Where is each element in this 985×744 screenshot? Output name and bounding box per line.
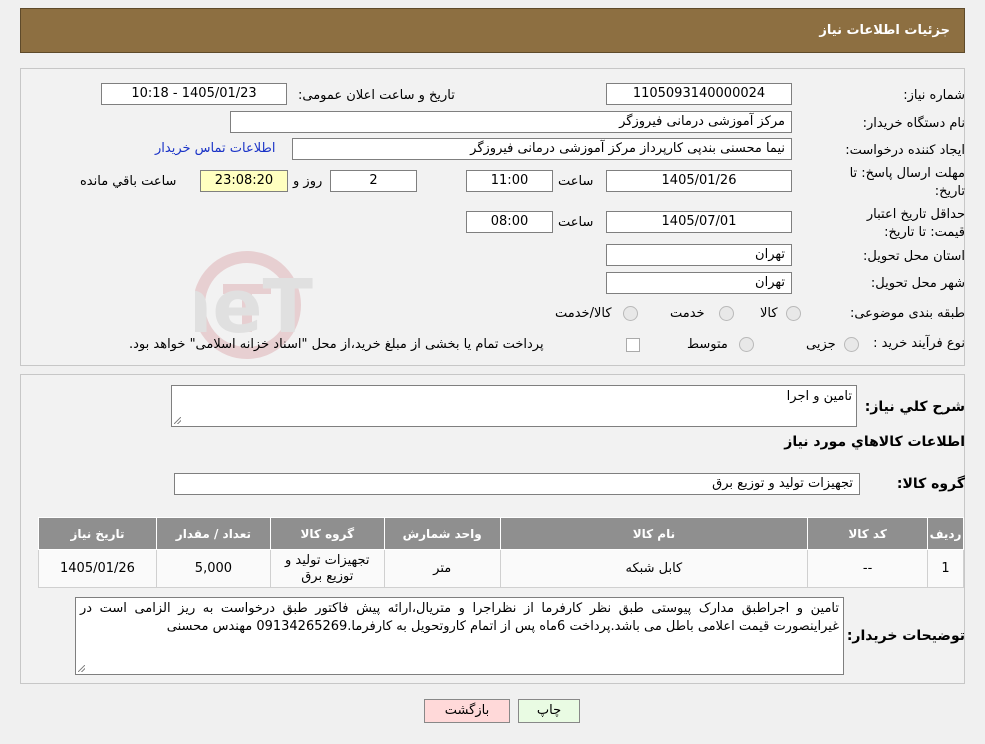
cell-qty: 5,000 [155, 549, 271, 588]
goods-group-field: تجهیزات تولید و توزیع برق [174, 473, 860, 495]
reply-days-field: 2 [330, 170, 417, 192]
price-validity-date: 1405/07/01 [606, 211, 792, 233]
buyer-org-field: مرکز آموزشی درمانی فیروزگر [230, 111, 792, 133]
cell-unit: متر [383, 549, 501, 588]
category-goods-service-radio[interactable] [623, 306, 638, 321]
goods-info-title: اطلاعات کالاهاي مورد نياز [784, 434, 965, 450]
cell-row: 1 [927, 549, 964, 588]
treasury-docs-note: پرداخت تمام یا بخشی از مبلغ خرید،از محل … [129, 337, 544, 352]
summary-label: شرح کلي نياز: [864, 399, 965, 415]
price-validity-time-label: ساعت [558, 215, 594, 230]
buyer-notes-label: توضیحات خریدار: [846, 628, 965, 644]
need-number-label: شماره نیاز: [903, 88, 965, 103]
page-header: جزئیات اطلاعات نیاز [20, 8, 965, 53]
requester-label: ایجاد کننده درخواست: [845, 143, 965, 158]
purchase-medium-label: متوسط [687, 337, 728, 352]
summary-text: تامین و اجرا [786, 389, 852, 404]
cell-code: -- [807, 549, 929, 588]
buyer-notes-text: تامین و اجراطبق مدارک پیوستی طبق نظر کار… [80, 601, 839, 634]
resize-grip-icon[interactable] [174, 417, 181, 424]
col-group: گروه کالا [269, 517, 385, 550]
reply-deadline-date: 1405/01/26 [606, 170, 792, 192]
purchase-minor-radio[interactable] [844, 337, 859, 352]
announce-datetime-label: تاریخ و ساعت اعلان عمومی: [298, 88, 455, 103]
col-name: نام کالا [499, 517, 809, 550]
category-goods-label: کالا [760, 306, 778, 321]
table-row: 1 -- کابل شبکه متر تجهیزات تولید و توزیع… [38, 549, 964, 588]
treasury-docs-checkbox[interactable] [626, 338, 640, 352]
delivery-province-field: تهران [606, 244, 792, 266]
reply-deadline-time-label: ساعت [558, 174, 594, 189]
col-row: رديف [927, 517, 964, 550]
summary-textarea[interactable]: تامین و اجرا [171, 385, 857, 427]
remaining-time-label: ساعت باقي مانده [80, 174, 177, 189]
col-date: تاریخ نیاز [38, 517, 157, 550]
category-label: طبقه بندی موضوعی: [849, 306, 965, 321]
purchase-type-label: نوع فرآیند خرید : [873, 336, 965, 351]
col-unit: واحد شمارش [383, 517, 501, 550]
goods-table: رديف کد کالا نام کالا واحد شمارش گروه کا… [38, 517, 964, 588]
goods-table-wrapper: رديف کد کالا نام کالا واحد شمارش گروه کا… [38, 517, 964, 588]
delivery-city-label: شهر محل تحویل: [870, 276, 965, 291]
print-button[interactable]: چاپ [518, 699, 580, 723]
back-button[interactable]: بازگشت [424, 699, 510, 723]
col-qty: تعداد / مقدار [155, 517, 271, 550]
reply-deadline-label: مهلت ارسال پاسخ: تا تاریخ: [849, 166, 965, 199]
cell-group: تجهیزات تولید و توزیع برق [269, 549, 385, 588]
goods-group-label: گروه کالا: [896, 476, 965, 492]
announce-datetime-field: 1405/01/23 - 10:18 [101, 83, 287, 105]
delivery-city-field: تهران [606, 272, 792, 294]
col-code: کد کالا [807, 517, 929, 550]
category-service-label: خدمت [670, 306, 705, 321]
purchase-medium-radio[interactable] [739, 337, 754, 352]
goods-table-header: رديف کد کالا نام کالا واحد شمارش گروه کا… [38, 517, 964, 550]
page-title: جزئیات اطلاعات نیاز [819, 23, 950, 38]
remaining-time-field: 23:08:20 [200, 170, 288, 192]
resize-grip-icon[interactable] [78, 665, 85, 672]
need-number-field: 1105093140000024 [606, 83, 792, 105]
cell-date: 1405/01/26 [38, 549, 157, 588]
buyer-contact-link[interactable]: اطلاعات تماس خریدار [155, 141, 275, 156]
price-validity-label: حداقل تاریخ اعتبار قیمت: تا تاریخ: [866, 207, 965, 240]
reply-deadline-time: 11:00 [466, 170, 553, 192]
category-goods-service-label: کالا/خدمت [555, 306, 612, 321]
buyer-org-label: نام دستگاه خریدار: [862, 116, 965, 131]
requester-field: نیما محسنی بندپی کارپرداز مرکز آموزشی در… [292, 138, 792, 160]
reply-days-label: روز و [293, 174, 323, 189]
purchase-minor-label: جزیی [806, 337, 836, 352]
category-goods-radio[interactable] [786, 306, 801, 321]
category-service-radio[interactable] [719, 306, 734, 321]
delivery-province-label: استان محل تحویل: [863, 249, 965, 264]
buyer-notes-textarea[interactable]: تامین و اجراطبق مدارک پیوستی طبق نظر کار… [75, 597, 844, 675]
price-validity-time: 08:00 [466, 211, 553, 233]
cell-name: کابل شبکه [499, 549, 809, 588]
